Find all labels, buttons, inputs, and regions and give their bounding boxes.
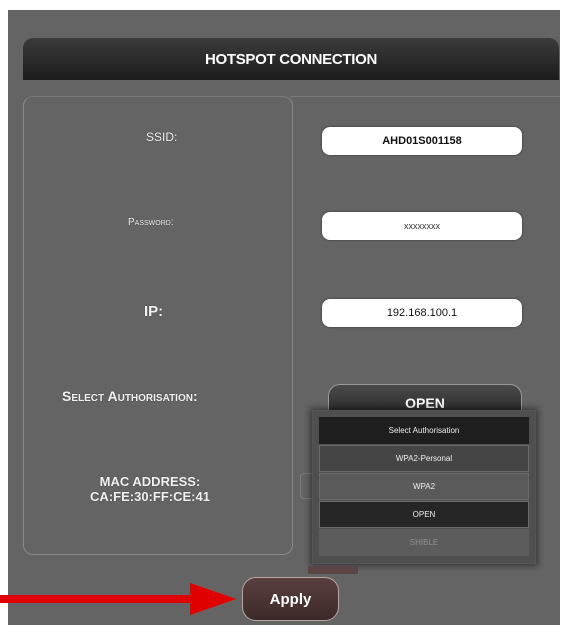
dropdown-option-wpa2[interactable]: WPA2: [319, 473, 529, 500]
password-input[interactable]: xxxxxxxx: [322, 212, 522, 240]
dropdown-option-disabled[interactable]: SHIBLE: [319, 529, 529, 556]
mac-address-value: CA:FE:30:FF:CE:41: [90, 489, 210, 504]
ip-value: 192.168.100.1: [386, 307, 458, 319]
mac-address-block: MAC ADDRESS: CA:FE:30:FF:CE:41: [66, 474, 234, 504]
ssid-label: SSID:: [146, 130, 178, 144]
panel-header: HOTSPOT CONNECTION: [23, 38, 559, 80]
dropdown-header: Select Authorisation: [319, 417, 529, 444]
ssid-value: AHD01S001158: [382, 135, 462, 147]
mac-address-label: MAC ADDRESS:: [99, 474, 201, 489]
red-arrow-icon: [0, 583, 236, 615]
arrow-head: [190, 583, 236, 615]
ip-input[interactable]: 192.168.100.1: [322, 299, 522, 327]
ssid-input[interactable]: AHD01S001158: [322, 127, 522, 155]
apply-button[interactable]: Apply: [242, 577, 339, 621]
authorisation-label: Select Authorisation:: [62, 388, 198, 404]
dropdown-option-open[interactable]: OPEN: [319, 501, 529, 528]
arrow-shaft: [0, 595, 195, 603]
dropdown-option-wpa2-personal[interactable]: WPA2-Personal: [319, 445, 529, 472]
panel-title: HOTSPOT CONNECTION: [204, 50, 378, 68]
apply-button-label: Apply: [269, 590, 312, 608]
divider: [290, 96, 560, 97]
password-label: Password:: [128, 217, 174, 228]
password-value: xxxxxxxx: [404, 221, 440, 231]
authorisation-dropdown: Select Authorisation WPA2-Personal WPA2 …: [312, 410, 536, 564]
apply-button-shadow: [308, 566, 358, 574]
ip-label: IP:: [144, 303, 164, 320]
